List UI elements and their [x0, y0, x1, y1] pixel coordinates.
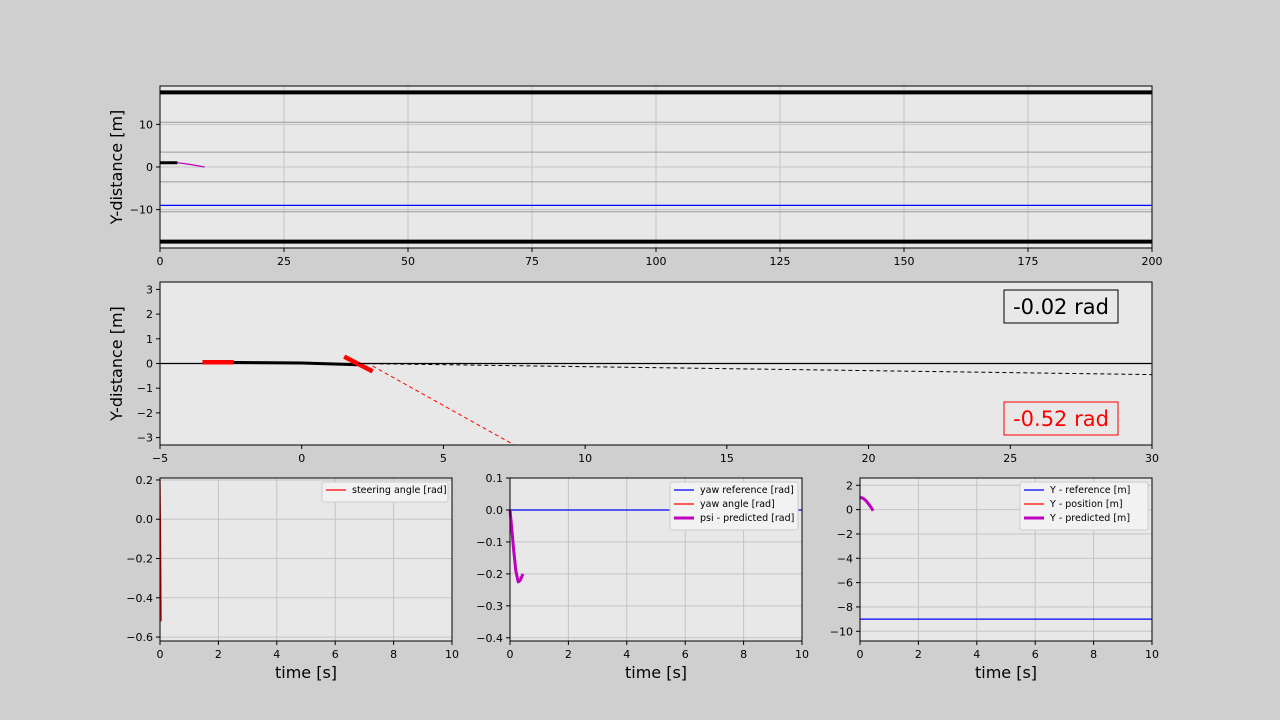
x-tick-label: 25 [277, 255, 291, 268]
x-tick-label: 10 [1145, 648, 1159, 661]
x-tick-label: 6 [682, 648, 689, 661]
chart-steering: 0 2 4 6 8 10 −0.6 −0.4 −0.2 0.0 0.2 time [s] steerin… [126, 474, 459, 682]
y-tick-label: 1 [146, 333, 153, 346]
x-tick-label: 8 [1090, 648, 1097, 661]
y-tick-label: 2 [846, 479, 853, 492]
y-tick-label: −1 [137, 382, 153, 395]
x-tick-label: 0 [157, 648, 164, 661]
y-tick-label: −10 [130, 204, 153, 217]
y-tick-label: −2 [137, 407, 153, 420]
x-tick-label: 100 [646, 255, 667, 268]
annotation-text: -0.52 rad [1013, 407, 1109, 431]
chart-yaw: 0 2 4 6 8 10 −0.4 −0.3 −0.2 −0.1 0.0 0.1 time [s] yaw… [476, 472, 809, 682]
chart-road_top: 0 25 50 75 100 125 150 175 200 −10 0 10 Y-distance [… [107, 85, 1163, 268]
legend-label: Y - reference [m] [1049, 485, 1130, 496]
x-tick-label: 6 [1032, 648, 1039, 661]
x-tick-label: 75 [525, 255, 539, 268]
x-tick-label: 10 [445, 648, 459, 661]
y-tick-label: −4 [837, 552, 853, 565]
legend-label: Y - predicted [m] [1049, 513, 1130, 524]
x-tick-label: −5 [152, 452, 168, 465]
y-tick-label: −2 [837, 528, 853, 541]
legend-label: Y - position [m] [1049, 499, 1123, 510]
y-tick-label: 0.0 [486, 504, 504, 517]
x-tick-label: 0 [157, 255, 164, 268]
x-tick-label: 4 [273, 648, 280, 661]
x-tick-label: 10 [795, 648, 809, 661]
x-tick-label: 125 [770, 255, 791, 268]
chart-road_zoom: −5 0 5 10 15 20 25 30 −3 −2 −1 0 1 2 3 Y-distance [m] -0… [107, 281, 1159, 465]
y-tick-label: −0.4 [126, 592, 153, 605]
y-tick-label: −0.3 [476, 600, 503, 613]
x-tick-label: 0 [298, 452, 305, 465]
y-tick-label: 10 [139, 118, 153, 131]
x-tick-label: 175 [1018, 255, 1039, 268]
annotation-text: -0.02 rad [1013, 295, 1109, 319]
y-tick-label: 0 [846, 504, 853, 517]
y-tick-label: −0.2 [476, 568, 503, 581]
y-tick-label: 0.1 [486, 472, 504, 485]
y-tick-label: −10 [830, 625, 853, 638]
legend-label: yaw reference [rad] [700, 485, 794, 496]
x-tick-label: 4 [973, 648, 980, 661]
y-tick-label: −6 [837, 577, 853, 590]
legend-label: steering angle [rad] [352, 485, 447, 496]
x-tick-label: 30 [1145, 452, 1159, 465]
x-tick-label: 6 [332, 648, 339, 661]
y-tick-label: −0.6 [126, 631, 153, 644]
x-tick-label: 10 [578, 452, 592, 465]
chart-ypos: 0 2 4 6 8 10 −10 −8 −6 −4 −2 0 2 time [s] Y - referenc… [830, 477, 1159, 682]
figure: 0 25 50 75 100 125 150 175 200−10010Y-distance [… [107, 85, 1163, 682]
y-axis-label: Y-distance [m] [107, 306, 126, 422]
legend-label: psi - predicted [rad] [700, 513, 794, 524]
y-tick-label: 0.0 [136, 513, 154, 526]
x-tick-label: 4 [623, 648, 630, 661]
x-tick-label: 2 [915, 648, 922, 661]
legend-label: yaw angle [rad] [700, 499, 775, 510]
x-tick-label: 8 [740, 648, 747, 661]
x-tick-label: 5 [440, 452, 447, 465]
x-axis-label: time [s] [625, 663, 687, 682]
x-tick-label: 50 [401, 255, 415, 268]
x-tick-label: 150 [894, 255, 915, 268]
x-axis-label: time [s] [975, 663, 1037, 682]
x-axis-label: time [s] [275, 663, 337, 682]
x-tick-label: 2 [565, 648, 572, 661]
x-tick-label: 2 [215, 648, 222, 661]
x-tick-label: 20 [862, 452, 876, 465]
x-tick-label: 200 [1142, 255, 1163, 268]
y-tick-label: 3 [146, 283, 153, 296]
x-tick-label: 0 [857, 648, 864, 661]
y-axis-label: Y-distance [m] [107, 110, 126, 226]
y-tick-label: 0.2 [136, 474, 154, 487]
y-tick-label: 0 [146, 358, 153, 371]
y-tick-label: −0.4 [476, 632, 503, 645]
y-tick-label: 0 [146, 161, 153, 174]
y-tick-label: 2 [146, 308, 153, 321]
x-tick-label: 25 [1003, 452, 1017, 465]
y-tick-label: −3 [137, 432, 153, 445]
y-tick-label: −0.2 [126, 553, 153, 566]
x-tick-label: 15 [720, 452, 734, 465]
x-tick-label: 0 [507, 648, 514, 661]
x-tick-label: 8 [390, 648, 397, 661]
y-tick-label: −8 [837, 601, 853, 614]
y-tick-label: −0.1 [476, 536, 503, 549]
